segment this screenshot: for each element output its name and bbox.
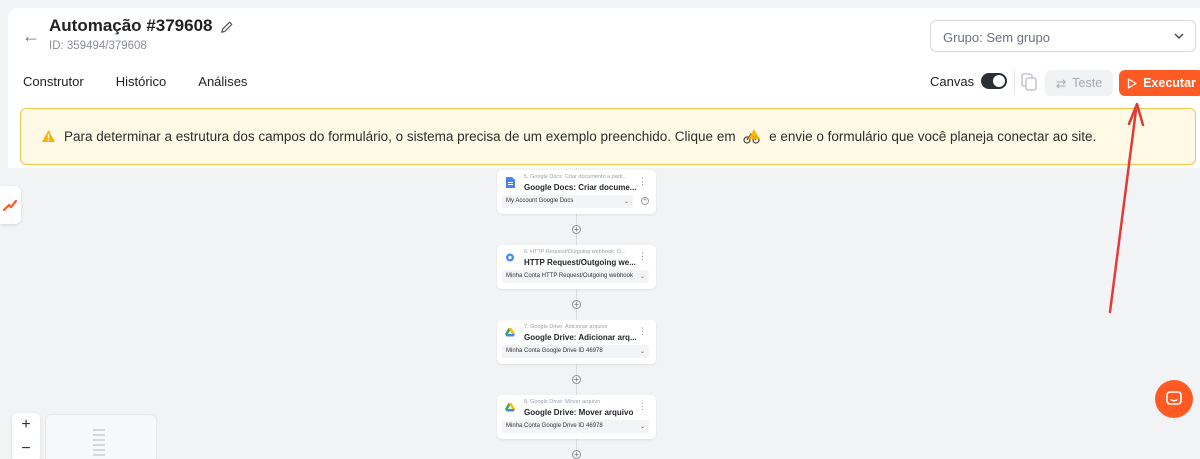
card-subtitle: 7. Google Drive: Adicionar arquivo xyxy=(524,324,608,330)
sidebar-toggle[interactable] xyxy=(0,186,21,224)
copy-icon[interactable] xyxy=(1021,73,1037,91)
card-title: Google Drive: Adicionar arq... xyxy=(524,333,637,342)
account-select-value: Minha Conta Google Drive ID 46978 xyxy=(506,423,603,429)
run-button-label: Executar xyxy=(1143,76,1196,90)
flow-card[interactable]: 8. Google Drive: Mover arquivo Google Dr… xyxy=(497,395,656,439)
google-drive-icon xyxy=(505,328,515,337)
card-title: Google Docs: Criar docume... xyxy=(524,183,637,192)
account-select[interactable]: Minha Conta Google Drive ID 46978 ⌄ xyxy=(502,420,649,433)
add-step-button[interactable]: + xyxy=(572,300,581,309)
zoom-controls: + − xyxy=(12,413,40,459)
test-button-label: Teste xyxy=(1072,76,1103,90)
card-subtitle: 5. Google Docs: Criar documento a parti.… xyxy=(524,174,628,180)
minimap-node xyxy=(93,439,105,441)
chevron-down-icon: ⌄ xyxy=(639,349,645,355)
minimap-node xyxy=(93,434,105,436)
card-title: Google Drive: Mover arquivo xyxy=(524,408,634,417)
flow-card[interactable]: 7. Google Drive: Adicionar arquivo Googl… xyxy=(497,320,656,364)
chat-button[interactable] xyxy=(1155,380,1193,418)
add-circle-icon[interactable]: + xyxy=(641,197,649,205)
google-drive-icon xyxy=(505,403,515,412)
canvas-toggle[interactable] xyxy=(981,73,1007,89)
test-button[interactable]: ⇄ Teste xyxy=(1045,70,1113,96)
chevron-down-icon: ⌄ xyxy=(623,199,629,205)
warning-icon xyxy=(42,130,55,142)
account-select-value: Minha Conta Google Drive ID 46978 xyxy=(506,348,603,354)
tab-bar: Construtor Histórico Análises xyxy=(23,74,247,89)
play-icon xyxy=(1127,77,1137,89)
chat-icon xyxy=(1166,391,1182,405)
send-form-icon[interactable] xyxy=(742,128,762,144)
card-subtitle: 6. HTTP Request/Outgoing webhook: O... xyxy=(524,249,626,255)
minimap-node xyxy=(93,429,105,431)
kebab-menu-icon[interactable]: ⋮ xyxy=(638,252,647,261)
flow-card[interactable]: 5. Google Docs: Criar documento a parti.… xyxy=(497,170,656,214)
divider xyxy=(1014,70,1015,94)
chevron-down-icon xyxy=(1174,33,1184,39)
warning-text-end: e envie o formulário que você planeja co… xyxy=(769,129,1097,144)
tab-analises[interactable]: Análises xyxy=(198,74,247,89)
kebab-menu-icon[interactable]: ⋮ xyxy=(638,402,647,411)
account-select[interactable]: Minha Conta Google Drive ID 46978 ⌄ xyxy=(502,345,649,358)
google-docs-icon xyxy=(506,177,515,188)
warning-text: Para determinar a estrutura dos campos d… xyxy=(64,128,1096,144)
automation-id: ID: 359494/379608 xyxy=(49,40,147,52)
zoom-in-button[interactable]: + xyxy=(12,413,40,437)
page-title: Automação #379608 xyxy=(49,16,213,35)
pencil-icon[interactable] xyxy=(220,20,234,34)
http-request-icon xyxy=(506,253,514,262)
kebab-menu-icon[interactable]: ⋮ xyxy=(638,177,647,186)
minimap-node xyxy=(93,454,105,456)
zoom-out-button[interactable]: − xyxy=(12,437,40,459)
run-button[interactable]: Executar xyxy=(1119,70,1200,96)
card-subtitle: 8. Google Drive: Mover arquivo xyxy=(524,399,601,405)
add-step-button[interactable]: + xyxy=(572,450,581,459)
tab-historico[interactable]: Histórico xyxy=(116,74,167,89)
swap-icon: ⇄ xyxy=(1055,76,1067,91)
group-select[interactable]: Grupo: Sem grupo xyxy=(930,20,1196,52)
canvas-label: Canvas xyxy=(930,74,975,89)
group-select-value: Grupo: Sem grupo xyxy=(943,30,1050,45)
warning-banner: Para determinar a estrutura dos campos d… xyxy=(20,108,1196,165)
minimap-node xyxy=(93,449,105,451)
account-select[interactable]: My Account Google Docs ⌄ xyxy=(502,195,633,208)
account-select-value: Minha Conta HTTP Request/Outgoing webhoo… xyxy=(506,273,633,279)
minimap[interactable] xyxy=(45,414,157,459)
kebab-menu-icon[interactable]: ⋮ xyxy=(638,327,647,336)
add-step-button[interactable]: + xyxy=(572,375,581,384)
minimap-node xyxy=(93,444,105,446)
account-select[interactable]: Minha Conta HTTP Request/Outgoing webhoo… xyxy=(502,270,649,283)
back-arrow-icon[interactable]: ← xyxy=(22,26,42,46)
chevron-down-icon: ⌄ xyxy=(639,273,645,280)
chevron-down-icon: ⌄ xyxy=(639,424,645,430)
warning-text-start: Para determinar a estrutura dos campos d… xyxy=(64,129,736,144)
card-title: HTTP Request/Outgoing we... xyxy=(524,258,636,267)
flow-card[interactable]: 6. HTTP Request/Outgoing webhook: O... H… xyxy=(497,245,656,289)
logo-icon xyxy=(3,199,17,212)
account-select-value: My Account Google Docs xyxy=(506,198,574,204)
tab-construtor[interactable]: Construtor xyxy=(23,74,84,89)
add-step-button[interactable]: + xyxy=(572,225,581,234)
